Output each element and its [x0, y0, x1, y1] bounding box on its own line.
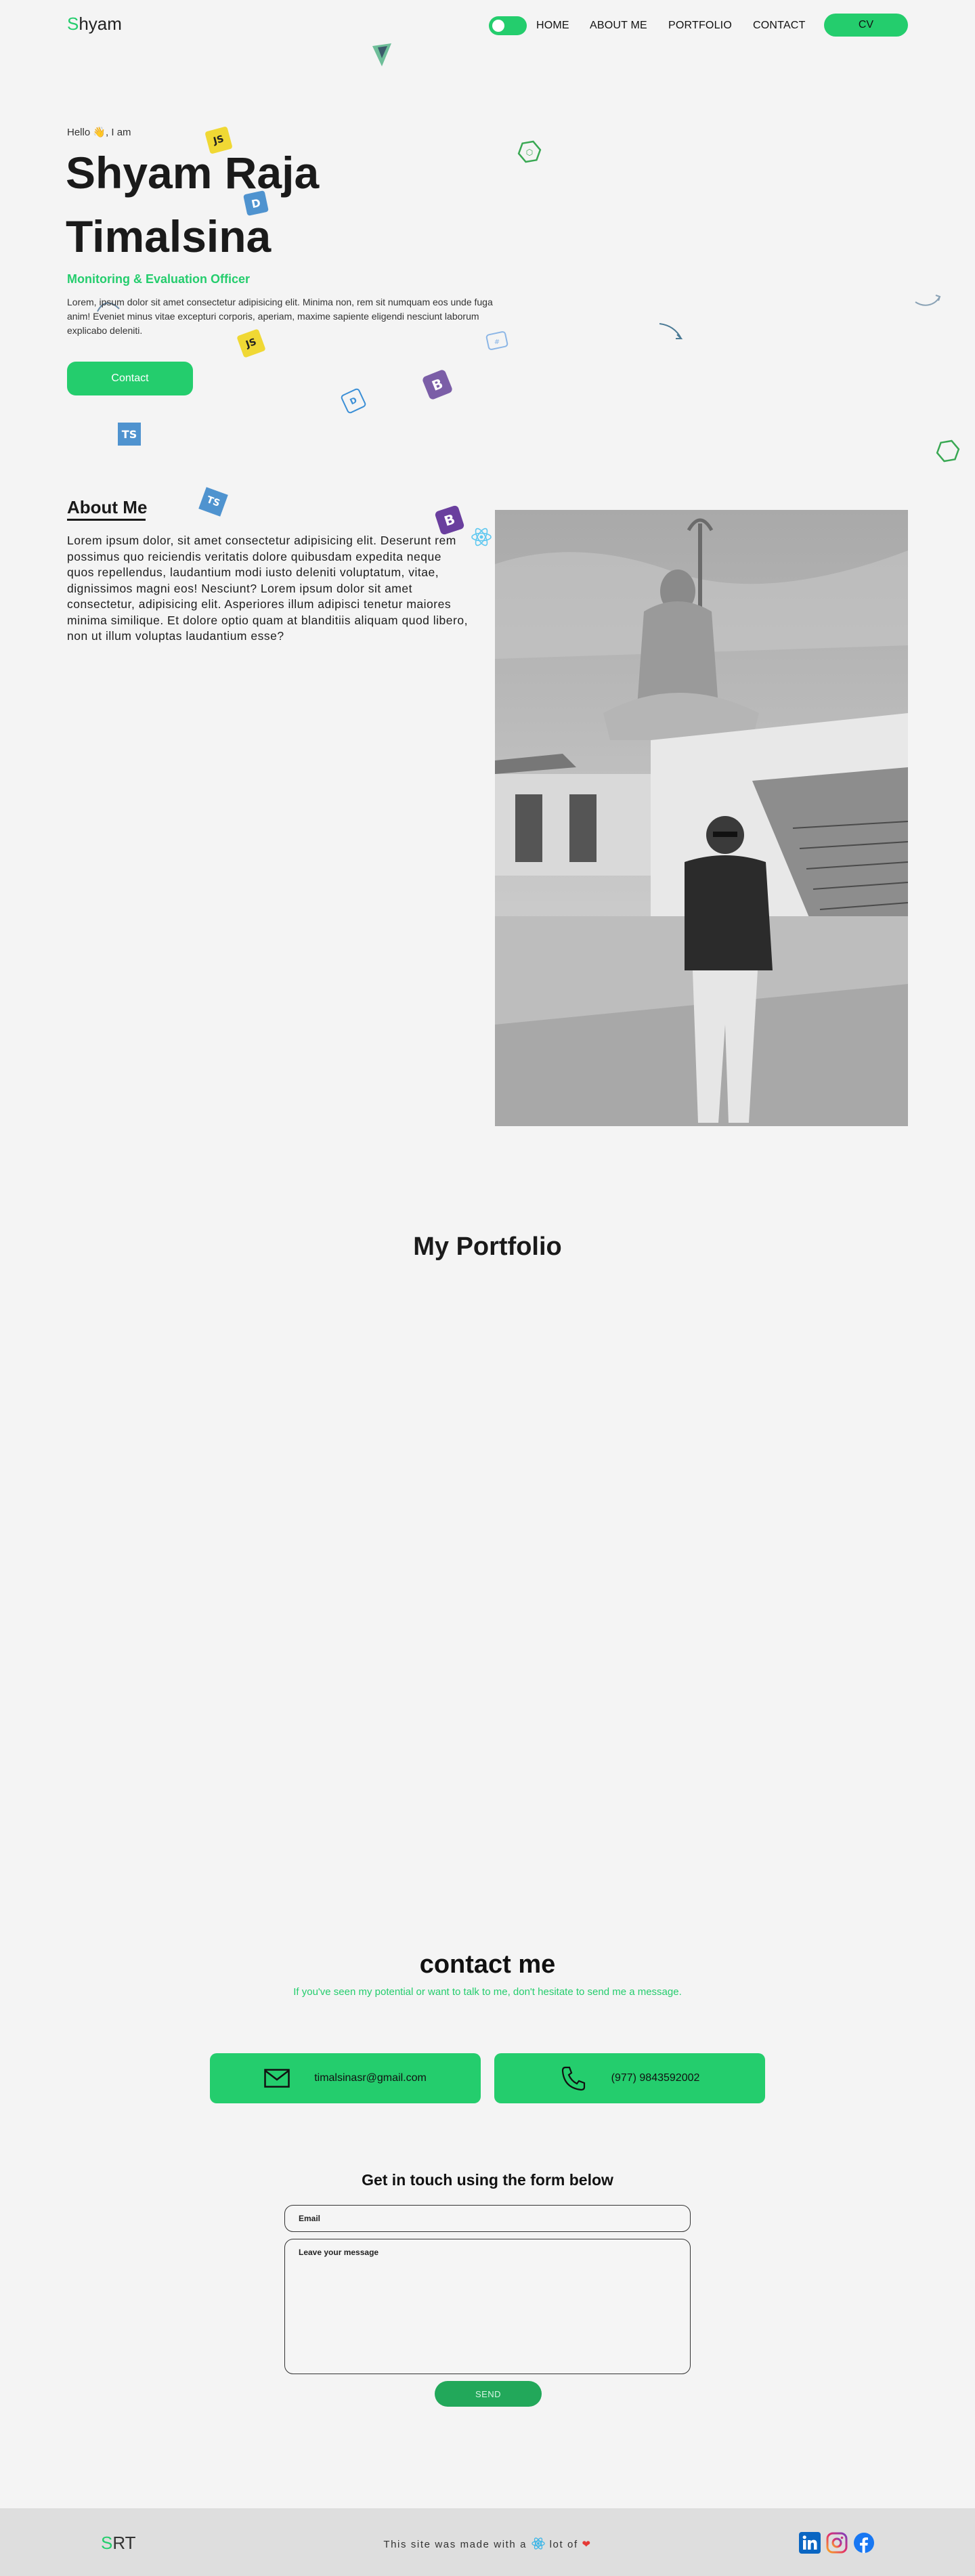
nav-home[interactable]: HOME [536, 20, 569, 32]
contact-subtitle: If you've seen my potential or want to t… [293, 1986, 682, 1998]
logo-initial: S [67, 14, 79, 34]
svg-text:⬡: ⬡ [526, 148, 533, 157]
hero-description: Lorem, ipsum dolor sit amet consectetur … [67, 297, 493, 336]
hero-role: Monitoring & Evaluation Officer [67, 272, 251, 286]
toggle-knob [492, 20, 504, 32]
email-card[interactable]: timalsinasr@gmail.com [210, 2053, 481, 2103]
footer-text-start: This site was made with a [383, 2539, 527, 2550]
svg-text:#: # [494, 339, 500, 346]
hero-name: Shyam Raja Timalsina [66, 148, 320, 261]
phone-text: (977) 9843592002 [611, 2072, 700, 2084]
bootstrap-icon: B [421, 368, 454, 401]
profile-photo [495, 510, 908, 1126]
about-text: Lorem ipsum dolor, sit amet consectetur … [67, 534, 468, 643]
linkedin-icon[interactable] [799, 2532, 821, 2554]
about-underline [67, 519, 146, 521]
contact-button[interactable]: Contact [67, 362, 193, 395]
bootstrap-icon-2: B [434, 505, 465, 536]
nav-about[interactable]: ABOUT ME [590, 20, 647, 32]
contact-title: contact me [419, 1950, 556, 1979]
email-text: timalsinasr@gmail.com [314, 2072, 427, 2084]
send-button[interactable]: SEND [435, 2381, 542, 2407]
mail-icon [264, 2069, 290, 2088]
logo-text: hyam [79, 14, 122, 34]
nav-portfolio[interactable]: PORTFOLIO [668, 20, 732, 32]
cv-button[interactable]: CV [824, 14, 908, 37]
theme-toggle[interactable] [489, 16, 527, 35]
mysql-icon [659, 323, 683, 339]
instagram-icon[interactable] [826, 2532, 848, 2554]
react-icon-footer [532, 2537, 545, 2550]
hero-greeting: Hello 👋, I am [67, 127, 131, 138]
email-field[interactable]: Email [284, 2205, 691, 2232]
typescript-icon-2: TS [198, 487, 228, 517]
facebook-icon[interactable] [853, 2532, 875, 2554]
typescript-icon: TS [118, 423, 141, 446]
about-title: About Me [67, 497, 148, 517]
react-icon [471, 528, 492, 546]
node-icon: ⬡ [517, 140, 542, 163]
message-field[interactable]: Leave your message [284, 2239, 691, 2374]
phone-card[interactable]: (977) 9843592002 [494, 2053, 765, 2103]
vue-icon [372, 43, 391, 66]
portfolio-title: My Portfolio [413, 1232, 562, 1261]
site-logo[interactable]: Shyam [67, 14, 122, 35]
nav-contact[interactable]: CONTACT [753, 20, 806, 32]
heart-icon: ❤ [582, 2539, 592, 2550]
dart-icon: D [340, 387, 367, 414]
phone-icon [561, 2066, 585, 2091]
footer-text-middle: lot of [549, 2539, 578, 2550]
docker-icon [915, 295, 941, 306]
node-icon-2 [936, 439, 960, 463]
form-title: Get in touch using the form below [362, 2171, 613, 2189]
